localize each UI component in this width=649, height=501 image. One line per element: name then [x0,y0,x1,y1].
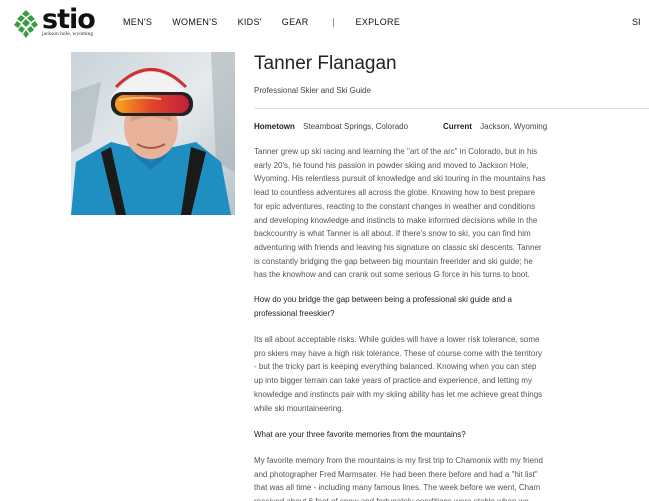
hometown-value: Steamboat Springs, Colorado [303,122,409,131]
bio-paragraph: Tanner grew up ski racing and learning t… [254,147,546,280]
profile-divider [254,108,649,109]
profile-title: Professional Skier and Ski Guide [254,86,371,95]
current-location-info: Current Jackson, Wyoming [443,122,547,131]
stio-logo[interactable]: stio jackson hole, wyoming [12,4,100,42]
current-label: Current [443,122,472,131]
brand-tagline: jackson hole, wyoming [42,31,94,37]
hometown-info: Hometown Steamboat Springs, Colorado [254,122,408,131]
qa-question: What are your three favorite memories fr… [254,430,466,439]
qa-answer: Its all about acceptable risks. While gu… [254,335,543,413]
nav-divider [332,17,334,27]
nav-item-womens[interactable]: WOMEN'S [172,17,217,27]
profile-name: Tanner Flanagan [254,53,397,74]
nav-item-right-partial[interactable]: SI [632,17,641,27]
current-value: Jackson, Wyoming [480,122,548,131]
qa-question: How do you bridge the gap between being … [254,295,512,318]
main-nav: MEN'S WOMEN'S KIDS' GEAR EXPLORE [123,17,420,27]
pinecone-logo-icon [14,10,38,38]
profile-photo [71,52,235,215]
nav-item-gear[interactable]: GEAR [282,17,309,27]
nav-item-explore[interactable]: EXPLORE [356,17,401,27]
nav-item-mens[interactable]: MEN'S [123,17,152,27]
hometown-label: Hometown [254,122,295,131]
site-header: stio jackson hole, wyoming MEN'S WOMEN'S… [0,0,649,46]
skier-portrait-image [71,52,235,215]
nav-item-kids[interactable]: KIDS' [238,17,262,27]
qa-answer: My favorite memory from the mountains is… [254,456,543,501]
